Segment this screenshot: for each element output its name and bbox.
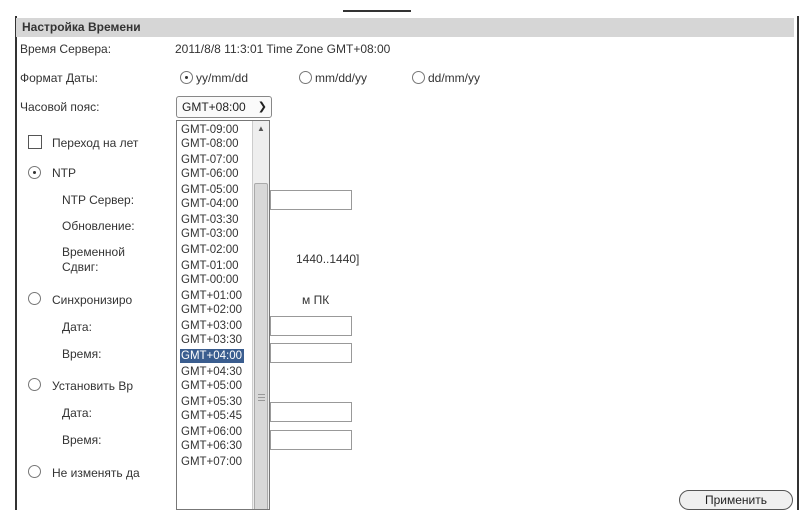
timezone-option[interactable]: GMT-03:30 (180, 213, 241, 227)
sync-pc-date-label: Дата: (62, 320, 92, 334)
timezone-option-highlighted[interactable]: GMT+04:00 (180, 349, 245, 363)
settings-frame (15, 16, 799, 510)
chevron-down-icon: ❯ (257, 101, 267, 113)
timezone-option[interactable]: GMT+03:30 (180, 333, 244, 347)
timezone-option[interactable]: GMT-01:00 (180, 259, 241, 273)
timezone-option[interactable]: GMT+06:30 (180, 439, 244, 453)
ntp-update-label: Обновление: (62, 219, 135, 233)
sync-pc-time-label: Время: (62, 347, 102, 361)
timezone-select[interactable]: GMT+08:00 ❯ (176, 96, 272, 118)
timezone-option[interactable]: GMT-07:00 (180, 153, 241, 167)
ntp-offset-label-line1: Временной (62, 245, 125, 259)
top-rule (343, 10, 411, 12)
timezone-option[interactable]: GMT-06:00 (180, 167, 241, 181)
ntp-label: NTP (52, 166, 76, 180)
timezone-option[interactable]: GMT+02:00 (180, 303, 244, 317)
timezone-option[interactable]: GMT+05:30 (180, 395, 244, 409)
date-format-label: Формат Даты: (20, 71, 98, 85)
timezone-option[interactable]: GMT-03:00 (180, 227, 241, 241)
timezone-option[interactable]: GMT-00:00 (180, 273, 241, 287)
date-format-option-ddmmyy: dd/mm/yy (428, 71, 481, 85)
timezone-option[interactable]: GMT-04:00 (180, 197, 241, 211)
timezone-option[interactable]: GMT+05:45 (180, 409, 244, 423)
dst-checkbox[interactable] (28, 135, 42, 149)
manual-time-field-label: Время: (62, 433, 102, 447)
ntp-radio[interactable] (28, 166, 41, 179)
no-change-label: Не изменять да (52, 466, 140, 480)
date-format-radio-ddmmyy[interactable] (412, 71, 425, 84)
timezone-option[interactable]: GMT-08:00 (180, 137, 241, 151)
ntp-server-label: NTP Сервер: (62, 193, 135, 207)
timezone-option[interactable]: GMT+01:00 (180, 289, 244, 303)
timezone-dropdown-list[interactable]: GMT-09:00 GMT-08:00 GMT-07:00 GMT-06:00 … (176, 120, 270, 510)
apply-button[interactable]: Применить (679, 490, 793, 510)
sync-pc-label-suffix: м ПК (302, 293, 330, 307)
date-format-option-mmddyy: mm/dd/yy (315, 71, 368, 85)
sync-pc-time-input[interactable] (270, 343, 352, 363)
grip-line (258, 394, 265, 395)
manual-date-input[interactable] (270, 402, 352, 422)
timezone-option[interactable]: GMT+04:30 (180, 365, 244, 379)
timezone-option[interactable]: GMT-09:00 (180, 123, 241, 137)
timezone-option[interactable]: GMT-05:00 (180, 183, 241, 197)
dst-label: Переход на лет (52, 136, 139, 150)
timezone-option[interactable]: GMT-02:00 (180, 243, 241, 257)
ntp-offset-range: 1440..1440] (296, 252, 360, 266)
timezone-label: Часовой пояс: (20, 100, 100, 114)
grip-line (258, 400, 265, 401)
date-format-radio-yymmdd[interactable] (180, 71, 193, 84)
scroll-up-arrow-icon[interactable]: ▲ (254, 123, 268, 135)
timezone-option[interactable]: GMT+07:00 (180, 455, 244, 469)
sync-pc-date-input[interactable] (270, 316, 352, 336)
ntp-offset-label-line2: Сдвиг: (62, 260, 99, 274)
sync-pc-label: Синхронизиро (52, 293, 133, 307)
manual-date-label: Дата: (62, 406, 92, 420)
no-change-radio[interactable] (28, 465, 41, 478)
date-format-option-yymmdd: yy/mm/dd (196, 71, 249, 85)
timezone-option[interactable]: GMT+06:00 (180, 425, 244, 439)
timezone-option[interactable]: GMT+05:00 (180, 379, 244, 393)
server-time-label: Время Сервера: (20, 42, 112, 56)
manual-time-input[interactable] (270, 430, 352, 450)
timezone-selected-value: GMT+08:00 (182, 100, 246, 114)
scrollbar-thumb[interactable] (254, 183, 268, 509)
manual-time-label: Установить Вр (52, 379, 133, 393)
grip-line (258, 397, 265, 398)
timezone-option[interactable]: GMT+03:00 (180, 319, 244, 333)
ntp-server-input[interactable] (270, 190, 352, 210)
manual-time-radio[interactable] (28, 378, 41, 391)
dropdown-scrollbar[interactable]: ▲ (252, 121, 269, 509)
server-time-value: 2011/8/8 11:3:01 Time Zone GMT+08:00 (175, 42, 391, 56)
sync-pc-radio[interactable] (28, 292, 41, 305)
date-format-radio-mmddyy[interactable] (299, 71, 312, 84)
section-title: Настройка Времени (16, 18, 794, 37)
